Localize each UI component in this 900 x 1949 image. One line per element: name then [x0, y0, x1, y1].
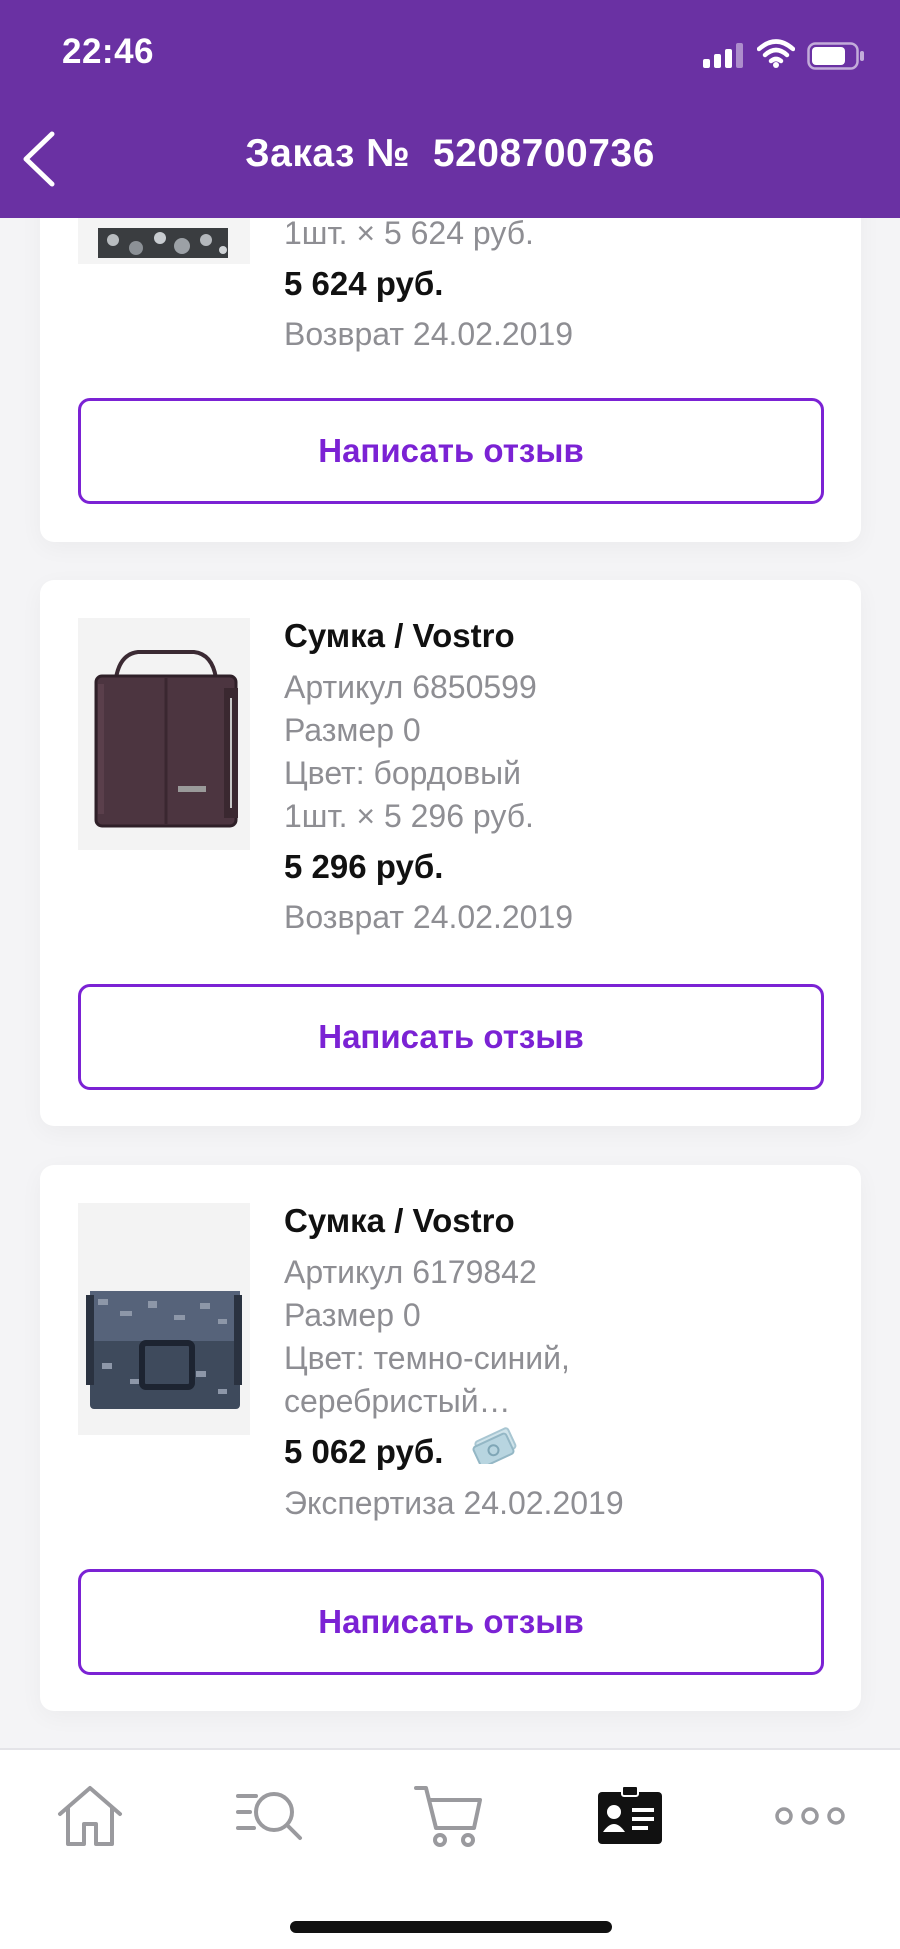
item-size: Размер 0 — [284, 712, 421, 748]
item-total-row: 5 062 руб. — [284, 1427, 841, 1475]
tab-cart[interactable] — [410, 1782, 490, 1850]
item-total: 5 062 руб. — [284, 1433, 444, 1470]
battery-icon — [807, 42, 865, 70]
item-color: Цвет: темно-синий, — [284, 1340, 570, 1376]
tab-home[interactable] — [50, 1782, 130, 1850]
item-info: 1шт. × 5 624 руб. 5 624 руб. Возврат 24.… — [284, 212, 841, 356]
signal-icon — [703, 42, 747, 68]
quantity-price: 1шт. × 5 296 руб. — [284, 798, 534, 834]
write-review-button[interactable]: Написать отзыв — [78, 984, 824, 1090]
product-image[interactable] — [78, 618, 250, 850]
product-image[interactable] — [78, 1203, 250, 1435]
home-indicator[interactable] — [290, 1921, 612, 1933]
item-total: 5 296 руб. — [284, 848, 444, 885]
cart-icon — [414, 1786, 482, 1847]
tab-more[interactable] — [770, 1782, 850, 1850]
more-icon — [775, 1807, 845, 1825]
page-title: Заказ № 5208700736 — [245, 132, 655, 175]
tab-profile[interactable] — [590, 1782, 670, 1850]
app-header: 22:46 Заказ № 5208700736 — [0, 0, 900, 218]
item-color: Цвет: бордовый — [284, 755, 522, 791]
item-total: 5 624 руб. — [284, 265, 444, 302]
product-name[interactable]: Сумка / Vostro — [284, 614, 841, 658]
quantity-price: 1шт. × 5 624 руб. — [284, 215, 534, 251]
profile-card-icon — [598, 1785, 662, 1844]
status-time: 22:46 — [62, 32, 155, 71]
write-review-button[interactable]: Написать отзыв — [78, 398, 824, 504]
order-item-card: Сумка / Vostro Артикул 6850599 Размер 0 … — [40, 580, 861, 1126]
money-icon — [471, 1424, 519, 1475]
product-name[interactable]: Сумка / Vostro — [284, 1199, 841, 1243]
tab-bar — [0, 1748, 900, 1949]
order-item-card: Сумка / Vostro Артикул 6179842 Размер 0 … — [40, 1165, 861, 1711]
item-info: Сумка / Vostro Артикул 6179842 Размер 0 … — [284, 1199, 841, 1525]
status-bar: 22:46 — [0, 0, 900, 110]
item-size: Размер 0 — [284, 1297, 421, 1333]
wifi-icon — [756, 38, 796, 68]
item-color-continued: серебристый… — [284, 1383, 511, 1419]
article-number: Артикул 6179842 — [284, 1254, 537, 1290]
item-status: Возврат 24.02.2019 — [284, 316, 574, 352]
tab-search[interactable] — [230, 1782, 310, 1850]
write-review-button[interactable]: Написать отзыв — [78, 1569, 824, 1675]
home-icon — [58, 1786, 122, 1846]
article-number: Артикул 6850599 — [284, 669, 537, 705]
item-status: Экспертиза 24.02.2019 — [284, 1484, 624, 1521]
item-info: Сумка / Vostro Артикул 6850599 Размер 0 … — [284, 614, 841, 939]
item-status: Возврат 24.02.2019 — [284, 899, 574, 935]
search-icon — [236, 1792, 302, 1840]
